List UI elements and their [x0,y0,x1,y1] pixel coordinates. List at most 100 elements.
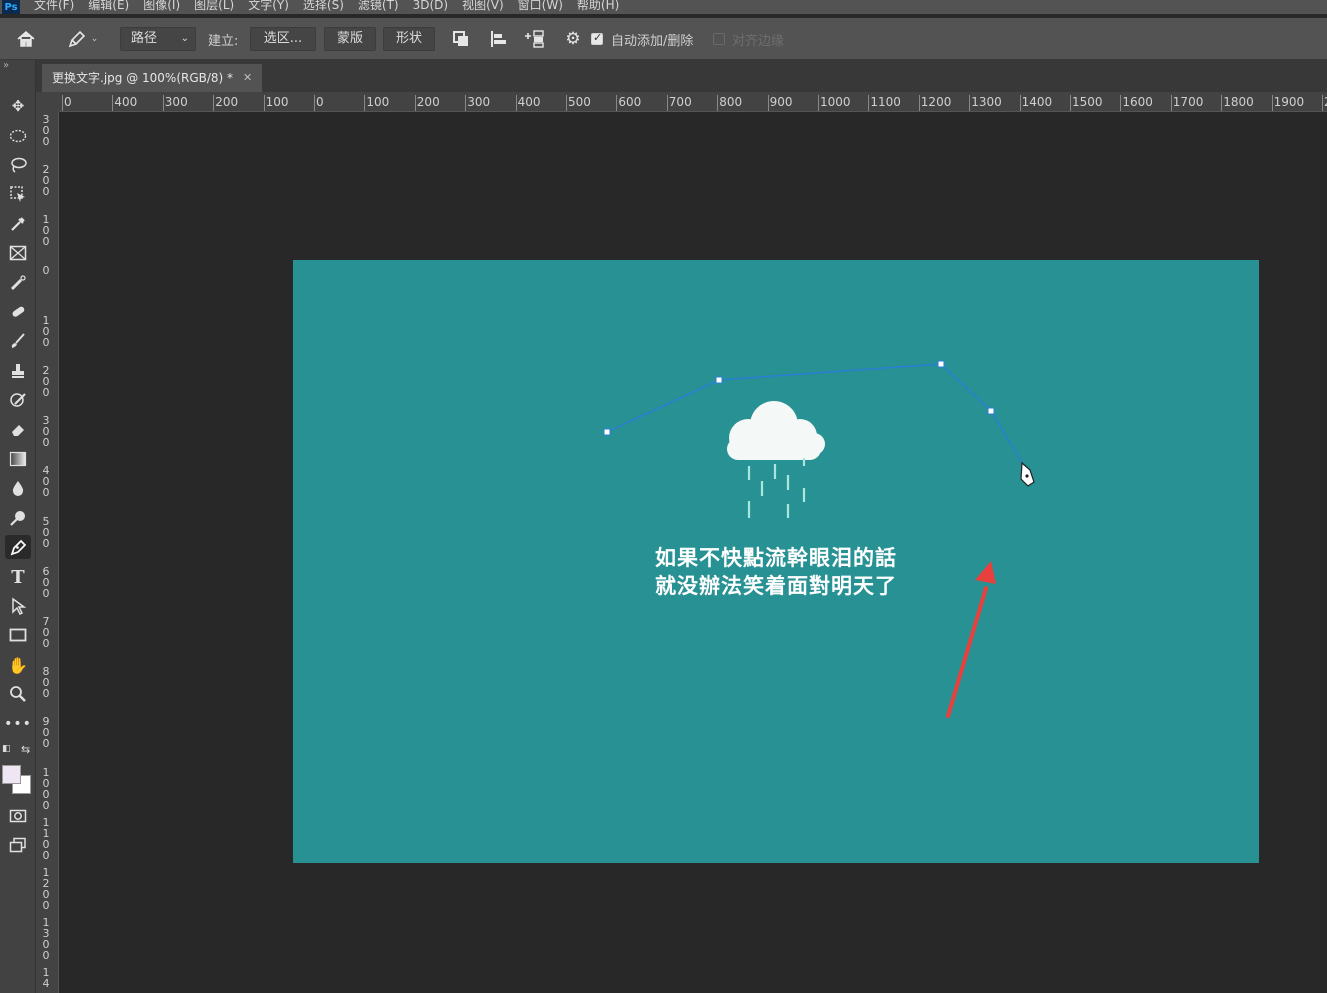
ruler-label: 900 [769,95,793,109]
mode-select[interactable]: 路径 ⌄ [120,27,196,51]
mode-select-value: 路径 [131,31,158,46]
ruler-label: 4 0 0 [42,464,50,500]
menu-help[interactable]: 帮助(H) [577,0,619,11]
ruler-label: 800 [719,95,743,109]
menu-image[interactable]: 图像(I) [143,0,180,11]
zoom-tool[interactable] [5,682,31,706]
lasso-tool[interactable] [5,153,31,177]
foreground-color-swatch[interactable] [2,765,21,784]
lasso-icon [11,157,27,173]
make-selection-button[interactable]: 选区... [250,27,316,51]
history-brush-tool[interactable] [5,388,31,412]
ruler-label: 1600 [1122,95,1153,109]
frame-tool[interactable] [5,241,31,265]
settings-button[interactable]: ⚙ [562,28,584,50]
path-operations-button[interactable] [450,28,472,50]
ruler-tick [162,95,164,111]
gradient-icon [9,451,27,467]
spot-healing-tool[interactable] [5,271,31,295]
gradient-tool[interactable] [5,447,31,471]
menu-file[interactable]: 文件(F) [34,0,74,11]
clone-stamp-tool[interactable] [5,359,31,383]
document-canvas[interactable]: 如果不快點流幹眼泪的話 就没辦法笑着面對明天了 [293,260,1259,863]
ruler-label: 5 0 0 [42,514,50,550]
options-bar: ⌄ 路径 ⌄ 建立: 选区... 蒙版 形状 ⚙ 自动添加/删除 对齐边缘 [0,18,1327,60]
more-icon: ••• [4,716,32,732]
swap-colors-icon[interactable]: ⇆ [21,743,30,756]
hand-tool[interactable]: ✋ [5,653,31,677]
type-icon: T [11,566,25,588]
menu-layer[interactable]: 图层(L) [194,0,234,11]
eyedropper-tool[interactable] [5,212,31,236]
menu-filter[interactable]: 滤镜(T) [358,0,399,11]
document-tab[interactable]: 更换文字.jpg @ 100%(RGB/8) * ✕ [42,64,263,92]
object-selection-tool[interactable] [5,182,31,206]
ruler-corner [36,92,59,112]
rain-drops [747,458,806,518]
close-icon[interactable]: ✕ [243,64,252,92]
default-colors-icon[interactable]: ◧ [2,744,11,754]
ruler-label: 1900 [1273,95,1305,109]
path-arrangement-button[interactable] [523,28,547,50]
ruler-label: 6 0 0 [42,564,50,600]
dodge-tool[interactable] [5,506,31,530]
ruler-tick [918,95,920,111]
move-tool[interactable]: ✥ [5,94,31,118]
ruler-label: 1300 [971,95,1002,109]
build-label: 建立: [208,34,239,49]
ruler-label: 200 [416,95,440,109]
ruler-label: 3 0 0 [42,414,50,450]
type-tool[interactable]: T [5,565,31,589]
ruler-label: 1 0 0 0 [42,765,50,812]
menu-window[interactable]: 窗口(W) [518,0,563,11]
align-edges-checkbox [713,33,725,45]
ruler-label: 0 [316,95,324,109]
ruler-label: 200 [215,95,239,109]
collapse-panel-icon[interactable]: » [3,60,9,71]
menu-3d[interactable]: 3D(D) [413,0,448,11]
rectangle-tool[interactable] [5,623,31,647]
screen-mode-button[interactable] [5,833,31,857]
ruler-tick [364,95,366,111]
menu-edit[interactable]: 编辑(E) [88,0,129,11]
brush-tool[interactable] [5,300,31,324]
spot-healing-icon [10,275,26,291]
ruler-tick [62,95,63,111]
ruler-tick [314,95,315,111]
chevron-down-icon: ⌄ [90,34,99,44]
arrow-cursor-icon [12,597,26,615]
ruler-label: 1 4 [42,966,50,991]
artwork-text-line-1: 如果不快點流幹眼泪的話 [655,545,897,570]
ruler-label: 400 [114,95,138,109]
ruler-tick [263,95,265,111]
menu-view[interactable]: 视图(V) [462,0,504,11]
ruler-label: 8 0 0 [42,665,50,701]
paint-brush-tool[interactable] [5,329,31,353]
stamp-icon [12,364,24,378]
auto-add-delete-checkbox[interactable] [591,31,603,45]
edit-toolbar-button[interactable]: ••• [4,712,32,736]
marquee-tool[interactable] [5,124,31,148]
quick-mask-button[interactable] [5,804,31,828]
ruler-label: 1700 [1172,95,1204,109]
make-mask-button[interactable]: 蒙版 [324,27,376,51]
path-selection-tool[interactable] [5,594,31,618]
blur-tool[interactable] [5,476,31,500]
tool-preset-picker[interactable]: ⌄ [62,28,102,50]
menu-select[interactable]: 选择(S) [303,0,344,11]
ruler-label: 1 1 0 0 [42,815,50,862]
make-shape-button[interactable]: 形状 [383,27,435,51]
eraser-tool[interactable] [5,417,31,441]
pen-tool[interactable] [5,535,31,559]
path-alignment-button[interactable] [487,28,509,50]
artwork-text-line-2: 就没辦法笑着面對明天了 [655,573,897,598]
color-controls: ◧ ⇆ [2,743,32,758]
ruler-label: 400 [517,95,541,109]
align-edges-label: 对齐边缘 [732,34,785,49]
home-button[interactable] [14,28,38,50]
elliptical-marquee-icon [9,129,27,143]
frame-icon [9,245,27,261]
bandage-icon [12,306,25,317]
cloud-icon [727,401,825,460]
menu-type[interactable]: 文字(Y) [248,0,289,11]
